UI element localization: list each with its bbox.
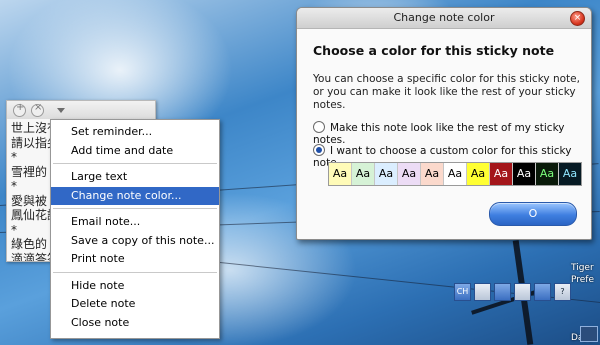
- ok-button[interactable]: O: [489, 202, 577, 226]
- option-default-label: Make this note look like the rest of my …: [313, 122, 565, 146]
- option-default-color[interactable]: Make this note look like the rest of my …: [313, 121, 591, 146]
- dialog-heading: Choose a color for this sticky note: [313, 43, 555, 58]
- dialog-description: You can choose a specific color for this…: [313, 73, 580, 111]
- grid-icon[interactable]: [534, 283, 551, 301]
- color-swatch[interactable]: Aa: [444, 163, 467, 185]
- menu-item-change-note-color[interactable]: Change note color...: [51, 186, 219, 205]
- color-swatch[interactable]: Aa: [329, 163, 352, 185]
- menu-item-email-note[interactable]: Email note...: [51, 213, 219, 232]
- help-icon[interactable]: ?: [554, 283, 571, 301]
- menu-item-delete-note[interactable]: Delete note: [51, 295, 219, 314]
- radio-custom[interactable]: [313, 144, 325, 156]
- language-button[interactable]: CH: [454, 283, 471, 301]
- color-swatch[interactable]: Aa: [398, 163, 421, 185]
- menu-separator: [53, 271, 217, 273]
- menu-item-large-text[interactable]: Large text: [51, 168, 219, 187]
- note-context-menu: Set reminder... Add time and date Large te…: [50, 119, 220, 339]
- change-note-color-dialog: Change note color × Choose a color for t…: [296, 7, 592, 240]
- menu-item-hide-note[interactable]: Hide note: [51, 277, 219, 296]
- keyboard-icon[interactable]: [474, 283, 491, 301]
- menu-item-add-time-and-date[interactable]: Add time and date: [51, 142, 219, 161]
- desktop-icon[interactable]: [580, 326, 598, 342]
- color-swatch[interactable]: Aa: [467, 163, 490, 185]
- dialog-title: Change note color: [393, 11, 495, 24]
- menu-item-close-note[interactable]: Close note: [51, 314, 219, 333]
- color-swatches: Aa Aa Aa Aa Aa Aa Aa Aa Aa Aa Aa: [328, 162, 582, 186]
- color-swatch[interactable]: Aa: [421, 163, 444, 185]
- note-toolbar: [7, 101, 155, 119]
- menu-item-print-note[interactable]: Print note: [51, 250, 219, 269]
- menu-separator: [53, 163, 217, 164]
- color-swatch[interactable]: Aa: [559, 163, 581, 185]
- color-swatch[interactable]: Aa: [513, 163, 536, 185]
- menu-item-set-reminder[interactable]: Set reminder...: [51, 123, 219, 142]
- new-note-icon[interactable]: [13, 102, 26, 117]
- menu-arrow-icon[interactable]: [57, 108, 65, 113]
- window-icon[interactable]: [514, 283, 531, 301]
- color-swatch[interactable]: Aa: [375, 163, 398, 185]
- menu-separator: [53, 208, 217, 209]
- dialog-titlebar: Change note color ×: [297, 8, 591, 29]
- desktop-label[interactable]: Tiger: [571, 263, 594, 273]
- close-icon[interactable]: ×: [570, 11, 585, 26]
- menu-item-save-a-copy-of-this-note[interactable]: Save a copy of this note...: [51, 232, 219, 251]
- delete-note-icon[interactable]: [31, 102, 44, 117]
- color-swatch[interactable]: Aa: [352, 163, 375, 185]
- pen-icon[interactable]: [494, 283, 511, 301]
- language-bar: CH ?: [454, 283, 586, 301]
- color-swatch[interactable]: Aa: [490, 163, 513, 185]
- desktop-label[interactable]: Prefe: [571, 275, 594, 285]
- radio-default[interactable]: [313, 121, 325, 133]
- color-swatch[interactable]: Aa: [536, 163, 559, 185]
